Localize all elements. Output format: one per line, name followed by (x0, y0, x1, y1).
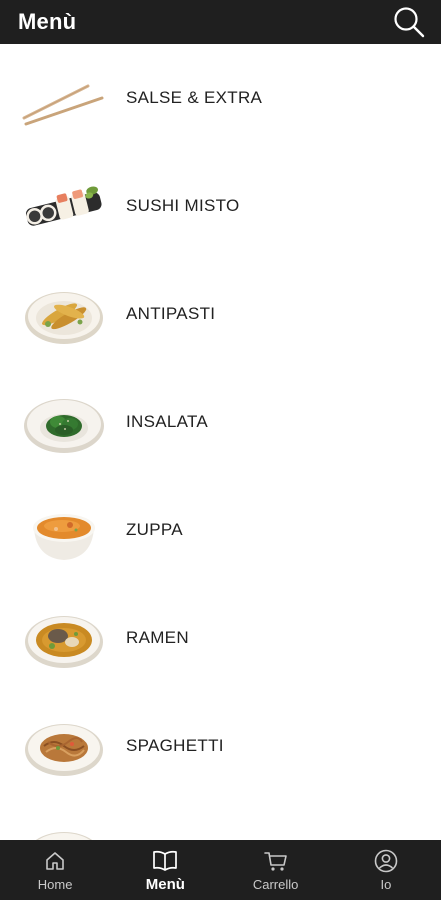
category-row-zuppa[interactable]: ZUPPA (0, 476, 441, 584)
app-bar: Menù (0, 0, 441, 44)
category-row-salse-extra[interactable]: SALSE & EXTRA (0, 44, 441, 152)
chopsticks-image (22, 56, 106, 140)
ramen-bowl-image (22, 596, 106, 680)
nav-home[interactable]: Home (0, 840, 110, 900)
category-label: SUSHI MISTO (126, 196, 240, 215)
category-row-partial[interactable] (0, 800, 441, 840)
search-icon (394, 7, 425, 38)
category-label: ZUPPA (126, 520, 183, 539)
nav-menu-label: Menù (145, 875, 185, 893)
noodle-plate-image (22, 704, 106, 788)
category-row-ramen[interactable]: RAMEN (0, 584, 441, 692)
category-label: SPAGHETTI (126, 736, 224, 755)
category-row-sushi-misto[interactable]: SUSHI MISTO (0, 152, 441, 260)
nav-cart[interactable]: Carrello (221, 840, 331, 900)
plate-image (22, 812, 106, 840)
book-icon (153, 850, 178, 871)
category-row-spaghetti[interactable]: SPAGHETTI (0, 692, 441, 800)
nav-profile[interactable]: Io (331, 840, 441, 900)
tempura-plate-image (22, 272, 106, 356)
category-label: RAMEN (126, 628, 189, 647)
cart-icon (263, 851, 287, 871)
category-list: SALSE & EXTRA SUSHI MISTO ANTIPASTI INSA… (0, 44, 441, 840)
search-button[interactable] (391, 4, 427, 40)
page-title: Menù (18, 9, 77, 34)
category-label: INSALATA (126, 412, 209, 431)
category-row-insalata[interactable]: INSALATA (0, 368, 441, 476)
nav-profile-label: Io (380, 876, 392, 892)
category-label: SALSE & EXTRA (126, 88, 263, 107)
home-icon (46, 851, 64, 870)
nav-cart-label: Carrello (252, 876, 299, 892)
sushi-roll-image (22, 164, 106, 248)
category-row-antipasti[interactable]: ANTIPASTI (0, 260, 441, 368)
soup-bowl-image (22, 488, 106, 572)
profile-icon (374, 849, 398, 872)
nav-menu[interactable]: Menù (110, 840, 220, 900)
nav-home-label: Home (37, 876, 73, 892)
bottom-navigation: Home Menù Carrello Io (0, 840, 441, 900)
category-label: ANTIPASTI (126, 304, 216, 323)
seaweed-salad-image (22, 380, 106, 464)
